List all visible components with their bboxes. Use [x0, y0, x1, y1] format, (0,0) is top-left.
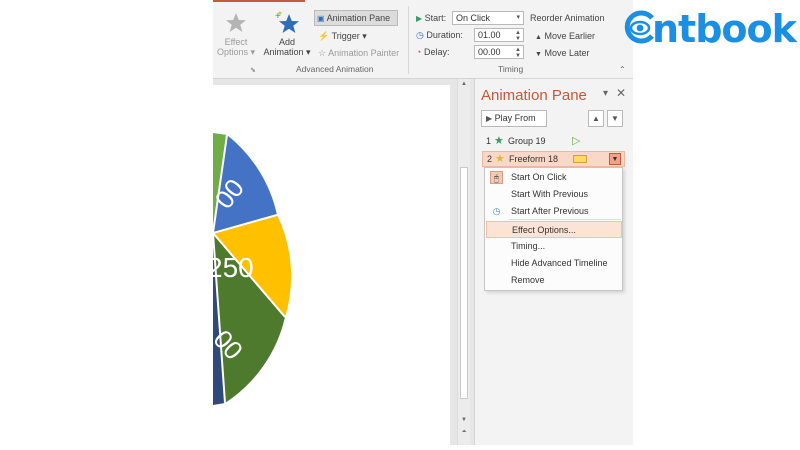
scroll-up-icon[interactable]: ▲ [460, 81, 468, 87]
wheel-label-2: 250 [213, 252, 254, 283]
ribbon-separator [408, 6, 409, 74]
reorder-down-button[interactable]: ▼ [607, 110, 623, 127]
effect-options-star-icon [226, 13, 246, 32]
start-select-value: On Click [456, 13, 491, 23]
delay-clock-icon: ◔ [416, 47, 422, 57]
menu-item-remove[interactable]: Remove [486, 272, 622, 289]
add-animation-label-2: Animation ▾ [263, 47, 311, 57]
start-label: ▶ Start: [416, 13, 446, 23]
delay-label: ◔ Delay: [416, 47, 449, 57]
move-earlier-button[interactable]: ▲ Move Earlier [535, 31, 595, 41]
move-later-label: Move Later [544, 48, 590, 58]
animation-context-menu: 🖰 Start On Click Start With Previous ◷ S… [484, 167, 623, 291]
animation-painter-label: Animation Painter [328, 48, 400, 58]
menu-item-label: Start With Previous [511, 189, 589, 199]
effect-options-button[interactable]: Effect Options ▾ [216, 12, 256, 57]
start-label-text: Start: [424, 13, 447, 23]
menu-item-label: Hide Advanced Timeline [511, 258, 608, 268]
delay-label-text: Delay: [423, 47, 450, 57]
start-select[interactable]: On Click ▾ [452, 11, 524, 25]
menu-item-label: Start After Previous [511, 206, 589, 216]
reorder-up-button[interactable]: ▲ [588, 110, 604, 127]
animation-painter-button[interactable]: ☆ Animation Painter [318, 48, 399, 59]
menu-separator [509, 219, 621, 220]
close-icon[interactable]: ✕ [616, 86, 626, 100]
menu-item-label: Timing... [511, 241, 546, 251]
menu-item-effect-options[interactable]: Effect Options... [486, 221, 622, 238]
delay-value: 00.00 [478, 47, 501, 57]
play-from-label: Play From [494, 113, 536, 123]
menu-item-label: Effect Options... [512, 225, 576, 235]
prize-wheel: 00 250 00 [213, 133, 292, 405]
scrollbar-thumb[interactable] [460, 167, 468, 399]
menu-item-start-after-previous[interactable]: ◷ Start After Previous [486, 203, 622, 220]
triangle-up-icon: ▲ [535, 34, 542, 41]
menu-item-start-with-previous[interactable]: Start With Previous [486, 186, 622, 203]
menu-item-label: Start On Click [511, 172, 567, 182]
duration-label: ◷ Duration: [416, 30, 463, 41]
move-later-button[interactable]: ▼ Move Later [535, 48, 589, 58]
spin-down-icon[interactable]: ▼ [514, 36, 522, 42]
trigger-button[interactable]: ⚡ Trigger ▾ [318, 31, 367, 42]
trigger-label: Trigger ▾ [331, 31, 367, 41]
logo-wordmark: ntbook [652, 7, 797, 51]
duration-value: 01.00 [478, 30, 501, 40]
play-from-button[interactable]: ▶ Play From [481, 110, 547, 127]
animation-pane-icon: ▣ [317, 14, 325, 23]
animation-item-name: Freeform 18 [509, 154, 559, 164]
collapse-ribbon-icon[interactable]: ⌃ [619, 65, 626, 74]
triangle-down-icon: ▼ [535, 51, 542, 58]
add-animation-label-1: Add [278, 37, 295, 47]
previous-slide-icon[interactable]: ⏶ [460, 429, 468, 436]
advanced-animation-group-label: Advanced Animation [296, 64, 374, 74]
clock-icon: ◷ [416, 30, 424, 40]
slide-vertical-scrollbar[interactable]: ▲ ▼ ⏶ [457, 79, 470, 445]
animation-list-item-2[interactable]: 2 ★ Freeform 18 ▼ [482, 151, 625, 167]
pane-options-icon[interactable]: ▾ [603, 88, 608, 99]
duration-label-text: Duration: [426, 30, 463, 40]
move-earlier-label: Move Earlier [544, 31, 595, 41]
painter-icon: ☆ [318, 48, 327, 58]
animation-pane-text: Animation Pane [326, 13, 391, 23]
spin-down-icon[interactable]: ▼ [514, 53, 522, 59]
scroll-down-icon[interactable]: ▼ [460, 417, 468, 423]
mouse-click-icon: 🖰 [490, 171, 503, 184]
menu-item-timing[interactable]: Timing... [486, 238, 622, 255]
page: Effect Options ▾ ⬊ + Add Animation ▾ ▣ A… [0, 0, 800, 450]
play-icon: ▶ [486, 114, 493, 123]
item-dropdown-button[interactable]: ▼ [609, 153, 621, 165]
menu-item-start-on-click[interactable]: 🖰 Start On Click [486, 169, 622, 186]
menu-item-hide-advanced-timeline[interactable]: Hide Advanced Timeline [486, 255, 622, 272]
play-triangle-icon: ▶ [416, 14, 423, 23]
timing-group-label: Timing [498, 64, 524, 74]
reorder-animation-label: Reorder Animation [530, 13, 605, 23]
animation-list-item-1[interactable]: 1 ★ Group 19 ▷ [482, 134, 625, 150]
add-animation-star-icon: + [275, 11, 299, 33]
animation-pane-title: Animation Pane [481, 87, 587, 104]
chevron-down-icon: ▾ [516, 14, 520, 21]
effect-options-label-1: Effect [224, 37, 248, 47]
dialog-launcher-icon[interactable]: ⬊ [250, 66, 256, 74]
animation-order-number: 2 [487, 154, 493, 164]
animation-item-name: Group 19 [508, 136, 546, 146]
ribbon-tab-accent [213, 0, 305, 5]
lightning-icon: ⚡ [318, 31, 330, 41]
animation-pane-button-label: ▣ Animation Pane [317, 13, 390, 23]
timeline-bar [573, 155, 587, 163]
effect-options-label-2: Options ▾ [216, 47, 256, 57]
duration-input[interactable]: 01.00 ▲ ▼ [474, 28, 524, 42]
slide-canvas[interactable]: 00 250 00 [213, 85, 450, 445]
animation-order-number: 1 [486, 136, 492, 146]
add-animation-button[interactable]: + Add Animation ▾ [262, 10, 312, 57]
menu-item-label: Remove [511, 275, 545, 285]
clock-icon: ◷ [492, 206, 501, 216]
emphasis-star-icon: ★ [495, 153, 505, 165]
delay-input[interactable]: 00.00 ▲ ▼ [474, 45, 524, 59]
entrance-star-icon: ★ [494, 135, 504, 147]
play-marker-icon: ▷ [572, 135, 581, 147]
